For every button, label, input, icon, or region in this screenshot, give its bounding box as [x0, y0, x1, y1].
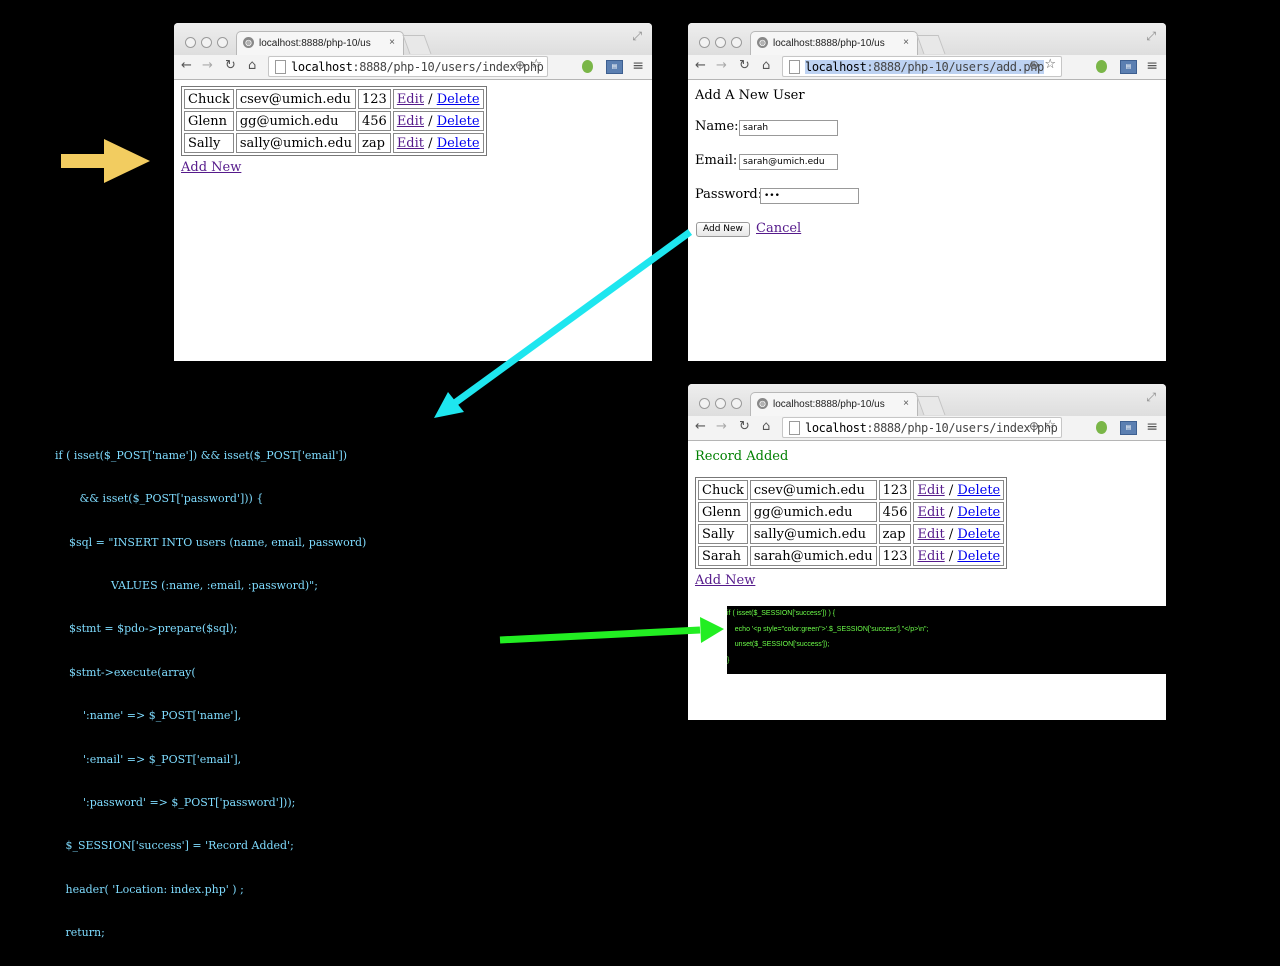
code-line: header( 'Location: index.php' ) ; — [55, 882, 244, 896]
yellow-arrow — [61, 139, 150, 183]
code-line: $_SESSION['success'] = 'Record Added'; — [55, 839, 294, 853]
green-arrow — [499, 617, 724, 644]
code-line: ':email' => $_POST['email'], — [55, 752, 242, 766]
code-line: ':password' => $_POST['password'])); — [55, 795, 296, 809]
code-line: return; — [55, 926, 105, 940]
arrows-overlay — [61, 139, 724, 644]
cyan-arrow — [434, 229, 693, 418]
